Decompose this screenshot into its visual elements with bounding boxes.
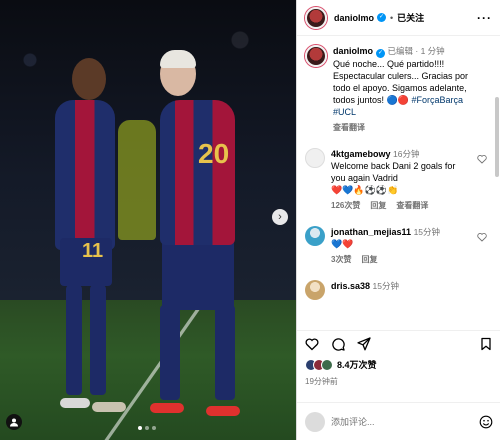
comment-body: jonathan_mejias11 15分钟 💙❤️ 3次赞 回复 xyxy=(331,226,487,266)
liker-avatar xyxy=(321,358,333,371)
likes-summary[interactable]: 8.4万次赞 xyxy=(305,358,377,371)
comment-likes[interactable]: 3次赞 xyxy=(331,254,351,266)
emoji-picker-icon[interactable] xyxy=(479,415,493,429)
post-header: daniolmo ✓ • 已关注 ··· xyxy=(297,0,500,36)
more-options-icon[interactable]: ··· xyxy=(477,11,492,25)
player-right-number: 20 xyxy=(198,138,230,169)
player-right-shorts xyxy=(162,240,234,310)
share-send-icon[interactable] xyxy=(357,336,371,351)
player-left-leg xyxy=(66,285,82,395)
comment-item: 4ktgamebowy 16分钟 Welcome back Dani 2 goa… xyxy=(305,148,487,212)
commenter-username[interactable]: dris.sa38 xyxy=(331,281,370,291)
edited-label: 已编辑 xyxy=(387,46,414,56)
carousel-dots xyxy=(138,426,156,430)
viewer-avatar xyxy=(305,411,325,432)
post-photo[interactable]: 11 20 › xyxy=(0,0,296,440)
author-avatar[interactable] xyxy=(305,6,327,29)
boot xyxy=(206,406,240,416)
carousel-dot xyxy=(138,426,142,430)
caption-line: Espectacular culers... Gracias por xyxy=(333,71,469,81)
author-avatar[interactable] xyxy=(305,45,327,67)
like-comment-heart-icon[interactable] xyxy=(477,232,487,242)
commenter-avatar[interactable] xyxy=(305,148,325,168)
caption-line: Qué noche... Qué partido!!!! xyxy=(333,59,445,69)
player-left-number: 11 xyxy=(82,240,104,262)
commenter-avatar[interactable] xyxy=(305,280,325,300)
carousel-dot xyxy=(152,426,156,430)
comment-input[interactable] xyxy=(331,416,473,427)
player-right-hair xyxy=(160,50,196,68)
scrollbar[interactable] xyxy=(495,97,499,177)
caption-block: daniolmo ✓ 已编辑 · 1 分钟 Qué noche... Qué pa… xyxy=(305,45,487,134)
translate-link[interactable]: 查看翻译 xyxy=(396,200,428,212)
caption-username[interactable]: daniolmo xyxy=(333,46,373,56)
comment-text: Welcome back Dani 2 goals for you again … xyxy=(331,161,456,183)
like-heart-icon[interactable] xyxy=(305,337,319,351)
post-panel: daniolmo ✓ • 已关注 ··· daniolmo ✓ 已编辑 · 1 分… xyxy=(296,0,500,440)
verified-icon: ✓ xyxy=(376,49,385,58)
commenter-avatar[interactable] xyxy=(305,226,325,246)
reply-button[interactable]: 回复 xyxy=(361,254,377,266)
caption-line: todos juntos! xyxy=(333,95,385,105)
commenter-username[interactable]: 4ktgamebowy xyxy=(331,149,391,159)
comment-composer xyxy=(297,402,500,440)
comment-likes[interactable]: 126次赞 xyxy=(331,200,360,212)
comment-item: dris.sa38 15分钟 xyxy=(305,280,487,300)
player-left-jersey xyxy=(55,100,115,250)
post-actions xyxy=(297,330,500,356)
comment-time: 16分钟 xyxy=(393,149,420,159)
carousel-dot xyxy=(145,426,149,430)
comment-time: 15分钟 xyxy=(372,281,400,291)
verified-icon: ✓ xyxy=(377,13,386,22)
follow-button[interactable]: 已关注 xyxy=(397,11,424,24)
likes-count: 8.4万次赞 xyxy=(337,360,377,370)
caption-emoji: 🔵🔴 xyxy=(386,95,409,105)
player-left-head xyxy=(72,58,106,100)
pitch xyxy=(0,300,296,440)
caption-line: todo el apoyo. Sigamos adelante, xyxy=(333,83,467,93)
hashtag-link[interactable]: #ForçaBarça xyxy=(412,95,464,105)
next-slide-button[interactable]: › xyxy=(272,209,288,225)
comment-body: dris.sa38 15分钟 xyxy=(331,280,487,300)
player-right-leg xyxy=(160,305,180,400)
translate-link[interactable]: 查看翻译 xyxy=(333,122,468,134)
author-username[interactable]: daniolmo xyxy=(334,13,374,23)
comments-scroll[interactable]: daniolmo ✓ 已编辑 · 1 分钟 Qué noche... Qué pa… xyxy=(297,37,500,327)
post-viewer: 11 20 › daniolmo ✓ • 已关注 ··· daniolmo ✓ … xyxy=(0,0,500,440)
comment-body: 4ktgamebowy 16分钟 Welcome back Dani 2 goa… xyxy=(331,148,487,212)
boot xyxy=(150,403,184,413)
comment-emoji: 💙❤️ xyxy=(331,239,354,249)
boot xyxy=(60,398,90,408)
liker-avatars xyxy=(305,358,333,371)
like-comment-heart-icon[interactable] xyxy=(477,154,487,164)
commenter-username[interactable]: jonathan_mejias11 xyxy=(331,227,411,237)
caption: daniolmo ✓ 已编辑 · 1 分钟 Qué noche... Qué pa… xyxy=(333,46,469,134)
referee xyxy=(118,120,156,240)
caption-time: 1 分钟 xyxy=(420,46,445,56)
save-bookmark-icon[interactable] xyxy=(479,337,493,351)
reply-button[interactable]: 回复 xyxy=(370,200,386,212)
player-right-jersey xyxy=(160,100,235,245)
boot xyxy=(92,402,126,412)
separator-dot: • xyxy=(390,12,394,23)
comment-item: jonathan_mejias11 15分钟 💙❤️ 3次赞 回复 xyxy=(305,226,487,266)
player-left-leg xyxy=(90,285,106,395)
comment-bubble-icon[interactable] xyxy=(331,337,345,351)
post-time-ago: 19分钟前 xyxy=(305,377,338,386)
comment-time: 15分钟 xyxy=(413,227,441,237)
player-right-leg xyxy=(215,305,235,400)
user-tag-icon[interactable] xyxy=(6,414,22,430)
comment-emoji: ❤️💙🔥⚽⚽👏 xyxy=(331,185,399,195)
hashtag-link[interactable]: #UCL xyxy=(333,107,356,117)
